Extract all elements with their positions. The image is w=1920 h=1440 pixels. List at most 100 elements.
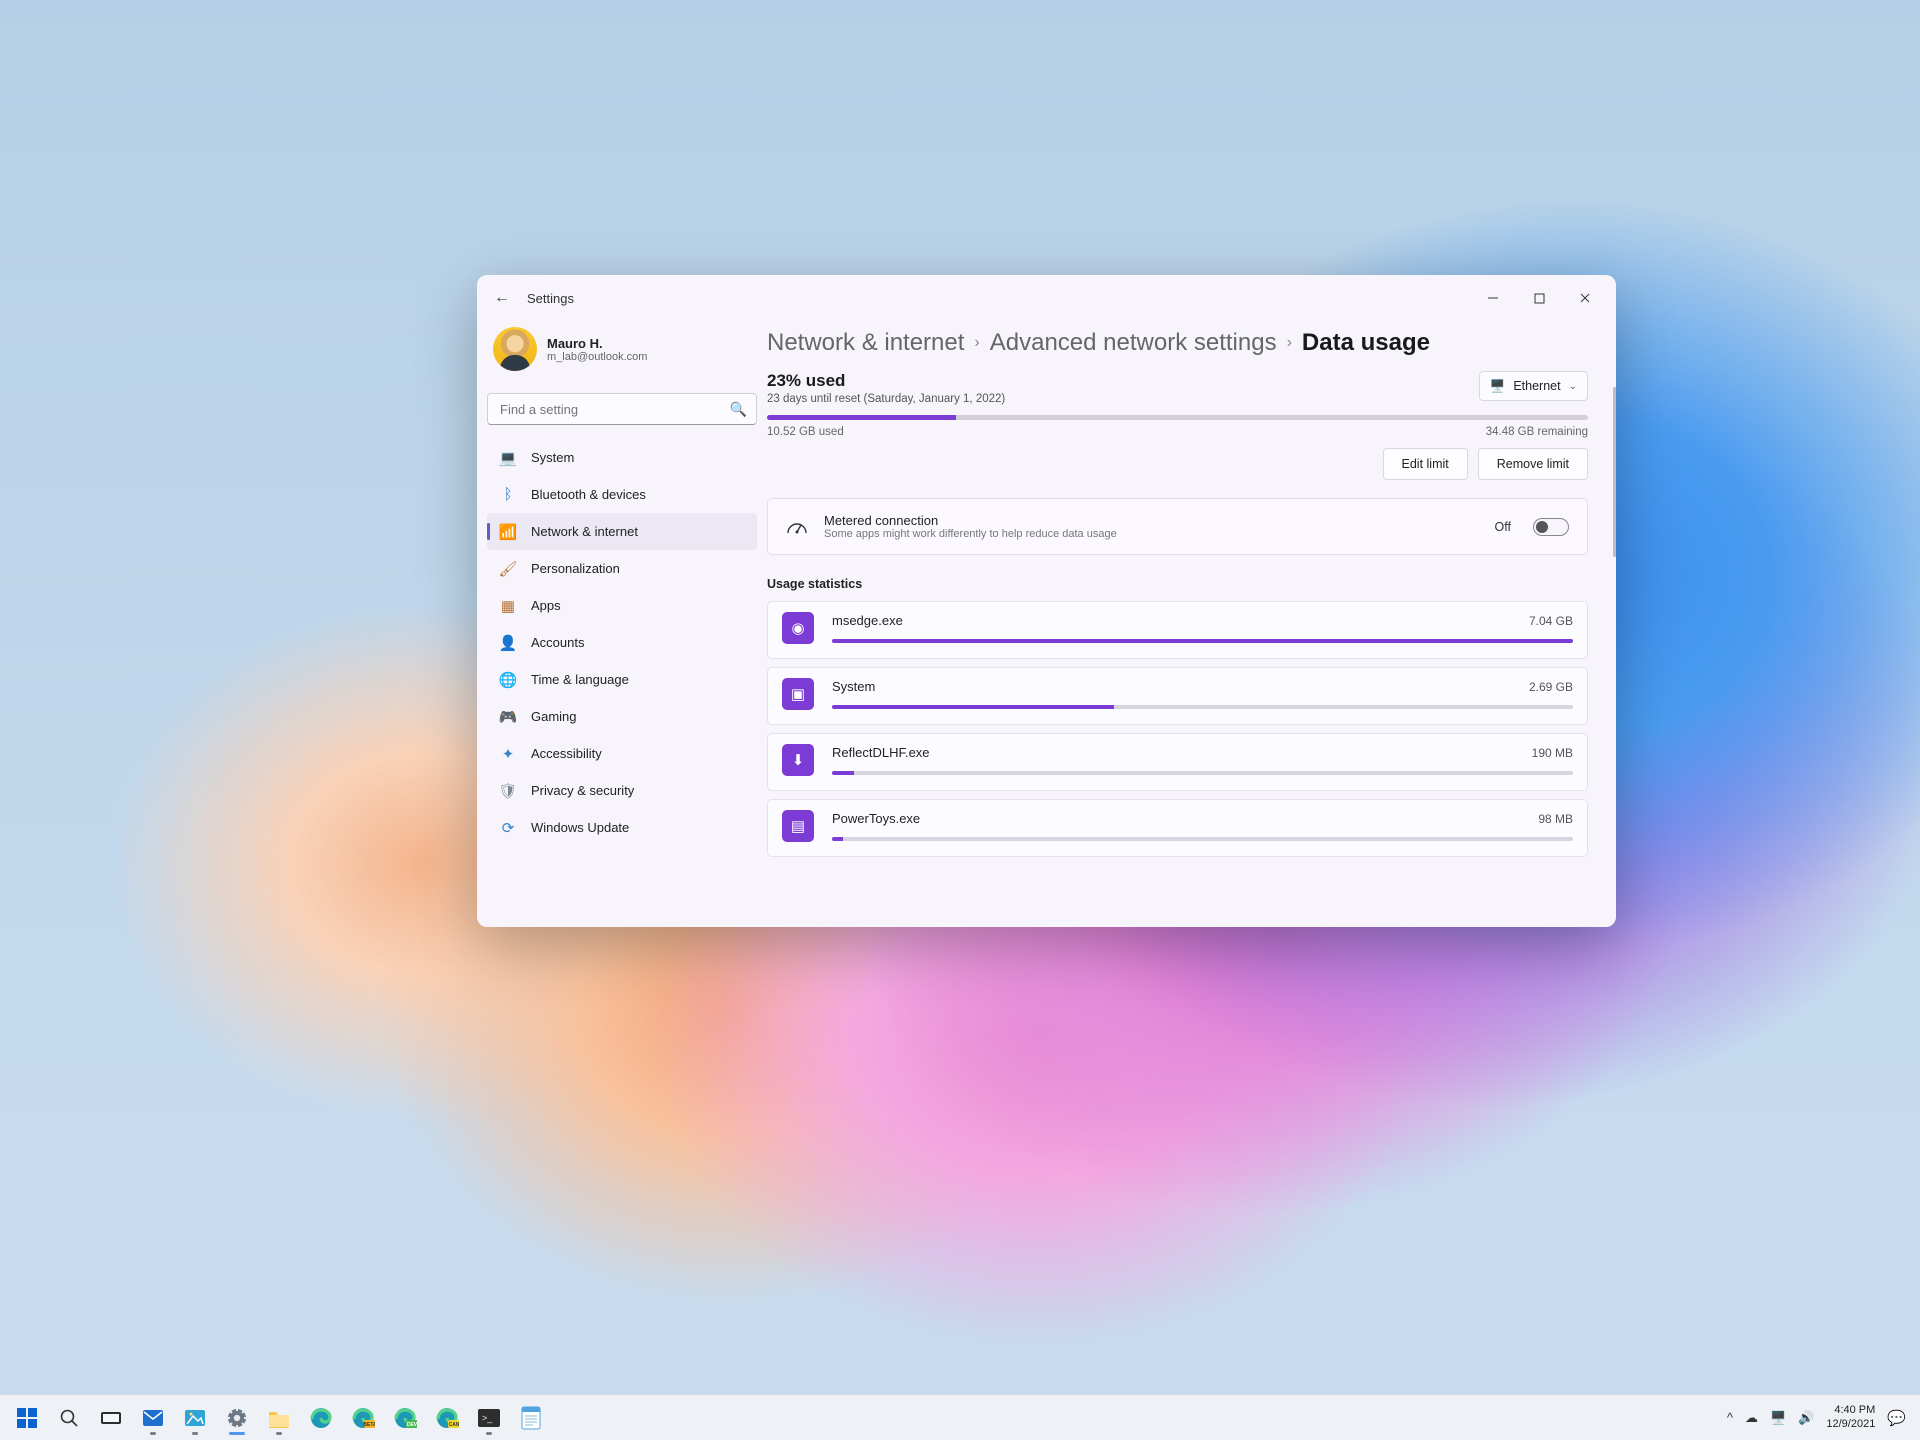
app-name: PowerToys.exe: [832, 811, 1524, 826]
edit-limit-button[interactable]: Edit limit: [1383, 448, 1468, 480]
sidebar-item-privacy[interactable]: 🛡Privacy & security: [487, 772, 757, 809]
personal-icon: 🖌: [499, 560, 517, 578]
minimize-button[interactable]: [1470, 282, 1516, 314]
start-button[interactable]: [8, 1399, 46, 1437]
breadcrumb-link[interactable]: Network & internet: [767, 329, 964, 357]
accessibility-icon: ✦: [499, 745, 517, 763]
app-icon: ⬇: [782, 744, 814, 776]
chevron-right-icon: ›: [974, 334, 979, 352]
app-usage-size: 7.04 GB: [1529, 614, 1573, 628]
profile-email: m_lab@outlook.com: [547, 351, 647, 363]
tray-chevron-icon[interactable]: ^: [1727, 1410, 1733, 1425]
taskbar-app-edge-dev[interactable]: DEV: [386, 1399, 424, 1437]
sidebar-item-label: System: [531, 450, 574, 465]
settings-window: ← Settings Mauro H. m_lab@outlook.com 🔍 …: [477, 275, 1616, 927]
app-usage-bar: [832, 837, 1573, 841]
sidebar-item-apps[interactable]: ▦Apps: [487, 587, 757, 624]
titlebar: ← Settings: [477, 275, 1616, 321]
gaming-icon: 🎮: [499, 708, 517, 726]
taskbar-app-explorer[interactable]: [260, 1399, 298, 1437]
sidebar-item-network[interactable]: 📶Network & internet: [487, 513, 757, 550]
accounts-icon: 👤: [499, 634, 517, 652]
profile-name: Mauro H.: [547, 336, 647, 351]
network-icon: 📶: [499, 523, 517, 541]
app-usage-bar-fill: [832, 837, 843, 841]
sidebar-item-label: Gaming: [531, 709, 577, 724]
network-dropdown[interactable]: 🖥️ Ethernet ⌄: [1479, 371, 1588, 401]
sidebar-item-accounts[interactable]: 👤Accounts: [487, 624, 757, 661]
toggle-state-label: Off: [1495, 520, 1511, 534]
usage-bar: [767, 415, 1588, 420]
network-dropdown-label: Ethernet: [1513, 379, 1560, 393]
remove-limit-button[interactable]: Remove limit: [1478, 448, 1588, 480]
app-usage-bar: [832, 705, 1573, 709]
taskbar-app-edge-canary[interactable]: CAN: [428, 1399, 466, 1437]
app-icon: ◉: [782, 612, 814, 644]
taskbar-left: BETA DEV CAN >_: [8, 1399, 550, 1437]
sidebar-item-update[interactable]: ⟳ Windows Update: [487, 809, 757, 846]
app-icon: ▣: [782, 678, 814, 710]
taskbar: BETA DEV CAN >_ ^ ☁ 🖥️ 🔊 4:40 PM 12/9/20…: [0, 1394, 1920, 1440]
search-box: 🔍: [487, 393, 757, 425]
notifications-icon[interactable]: 💬: [1887, 1409, 1906, 1427]
taskbar-app-terminal[interactable]: >_: [470, 1399, 508, 1437]
app-usage-row[interactable]: ▣System2.69 GB: [767, 667, 1588, 725]
metered-toggle[interactable]: [1533, 518, 1569, 536]
taskbar-time: 4:40 PM: [1826, 1404, 1875, 1417]
maximize-button[interactable]: [1516, 282, 1562, 314]
onedrive-icon[interactable]: ☁: [1745, 1410, 1758, 1426]
app-usage-bar: [832, 771, 1573, 775]
sidebar-item-label: Bluetooth & devices: [531, 487, 646, 502]
update-icon: ⟳: [499, 819, 517, 837]
usage-remaining-label: 34.48 GB remaining: [1486, 426, 1588, 438]
breadcrumb: Network & internet › Advanced network se…: [767, 321, 1588, 371]
sidebar-item-bluetooth[interactable]: ᛒBluetooth & devices: [487, 476, 757, 513]
sidebar-item-label: Privacy & security: [531, 783, 634, 798]
sidebar-item-label: Windows Update: [531, 820, 629, 835]
search-input[interactable]: [487, 393, 757, 425]
app-usage-row[interactable]: ▤PowerToys.exe98 MB: [767, 799, 1588, 857]
search-icon: 🔍: [730, 401, 747, 418]
sidebar-item-gaming[interactable]: 🎮 Gaming: [487, 698, 757, 735]
apps-icon: ▦: [499, 597, 517, 615]
scrollbar[interactable]: [1613, 387, 1616, 557]
app-usage-row[interactable]: ⬇ReflectDLHF.exe190 MB: [767, 733, 1588, 791]
taskbar-app-notepad[interactable]: [512, 1399, 550, 1437]
back-button[interactable]: ←: [485, 289, 519, 307]
taskbar-app-edge[interactable]: [302, 1399, 340, 1437]
svg-text:DEV: DEV: [407, 1422, 417, 1428]
metered-connection-card[interactable]: Metered connection Some apps might work …: [767, 498, 1588, 555]
sidebar-item-personal[interactable]: 🖌Personalization: [487, 550, 757, 587]
volume-icon[interactable]: 🔊: [1798, 1410, 1814, 1426]
app-usage-size: 190 MB: [1532, 746, 1573, 760]
svg-text:CAN: CAN: [449, 1422, 459, 1428]
sidebar-nav: 💻 System ᛒBluetooth & devices📶Network & in…: [487, 439, 757, 846]
taskbar-app-photos[interactable]: [176, 1399, 214, 1437]
app-usage-bar-fill: [832, 705, 1114, 709]
app-title: Settings: [527, 291, 574, 306]
app-icon: ▤: [782, 810, 814, 842]
system-tray: ^ ☁ 🖥️ 🔊 4:40 PM 12/9/2021 💬: [1727, 1404, 1912, 1430]
app-name: msedge.exe: [832, 613, 1515, 628]
metered-desc: Some apps might work differently to help…: [824, 528, 1479, 540]
search-button[interactable]: [50, 1399, 88, 1437]
close-button[interactable]: [1562, 282, 1608, 314]
usage-percent: 23% used: [767, 371, 1465, 391]
breadcrumb-link[interactable]: Advanced network settings: [990, 329, 1277, 357]
task-view-button[interactable]: [92, 1399, 130, 1437]
system-icon: 💻: [499, 449, 517, 467]
app-usage-bar-fill: [832, 639, 1573, 643]
taskbar-app-edge-beta[interactable]: BETA: [344, 1399, 382, 1437]
app-usage-row[interactable]: ◉ msedge.exe 7.04 GB: [767, 601, 1588, 659]
metered-icon: [786, 516, 808, 538]
network-icon[interactable]: 🖥️: [1770, 1410, 1786, 1426]
taskbar-clock[interactable]: 4:40 PM 12/9/2021: [1826, 1404, 1875, 1430]
sidebar-item-time[interactable]: 🌐Time & language: [487, 661, 757, 698]
taskbar-app-mail[interactable]: [134, 1399, 172, 1437]
metered-title: Metered connection: [824, 513, 1479, 528]
taskbar-app-settings[interactable]: [218, 1399, 256, 1437]
sidebar-item-accessibility[interactable]: ✦Accessibility: [487, 735, 757, 772]
sidebar-item-system[interactable]: 💻 System: [487, 439, 757, 476]
app-usage-list: ◉ msedge.exe 7.04 GB ▣System2.69 GB ⬇Reflect…: [767, 601, 1588, 857]
profile-block[interactable]: Mauro H. m_lab@outlook.com: [487, 321, 757, 389]
